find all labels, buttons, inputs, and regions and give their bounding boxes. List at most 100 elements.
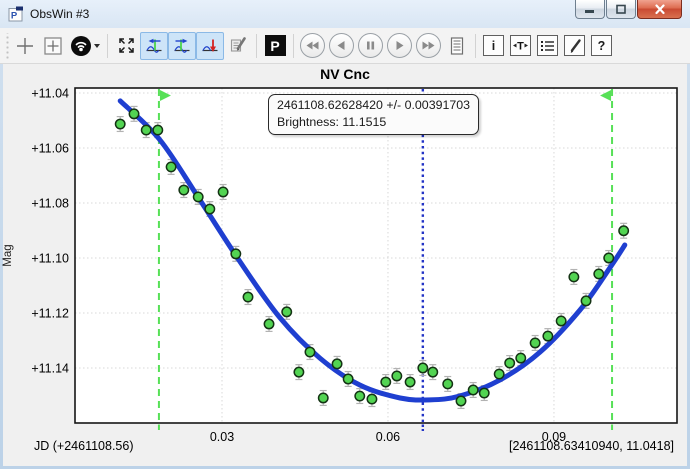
data-point[interactable] [594, 269, 603, 278]
data-point[interactable] [194, 192, 203, 201]
caret-down-icon [94, 44, 100, 48]
zoom-box-button[interactable] [39, 32, 67, 60]
data-point[interactable] [619, 226, 628, 235]
crosshair-button[interactable] [11, 32, 39, 60]
data-point[interactable] [604, 253, 613, 262]
pause-button[interactable] [358, 33, 383, 58]
data-point[interactable] [319, 393, 328, 402]
tooltip-time-value: 2461108.62628420 +/- 0.00391703 [277, 97, 470, 114]
data-point[interactable] [142, 125, 151, 134]
close-icon [654, 4, 666, 15]
data-point[interactable] [355, 391, 364, 400]
plus-box-icon [43, 36, 63, 56]
data-point[interactable] [116, 119, 125, 128]
notepad-icon [448, 36, 466, 56]
y-tick-label: +11.12 [31, 306, 69, 320]
data-point[interactable] [205, 204, 214, 213]
minimize-button[interactable] [575, 0, 605, 19]
minimum-marker-icon [201, 37, 219, 55]
data-point[interactable] [179, 185, 188, 194]
info-button[interactable]: i [483, 35, 504, 56]
fast-forward-button[interactable] [416, 33, 441, 58]
data-point[interactable] [543, 331, 552, 340]
data-point[interactable] [530, 338, 539, 347]
window-controls [575, 0, 682, 19]
x-tick-label: 0.06 [376, 430, 400, 444]
broadcast-icon [70, 35, 100, 57]
y-tick-label: +11.04 [31, 86, 69, 100]
insert-text-icon: T [512, 38, 529, 53]
data-point[interactable] [264, 319, 273, 328]
toolbar-separator [293, 34, 294, 58]
svg-text:P: P [11, 11, 18, 22]
chart-title: NV Cnc [0, 66, 690, 82]
fit-view-button[interactable] [112, 32, 140, 60]
set-right-marker-button[interactable] [168, 32, 196, 60]
data-point[interactable] [428, 367, 437, 376]
data-point[interactable] [456, 396, 465, 405]
data-point[interactable] [343, 374, 352, 383]
data-point[interactable] [569, 272, 578, 281]
data-point[interactable] [218, 187, 227, 196]
data-point[interactable] [305, 347, 314, 356]
tooltip-brightness-value: Brightness: 11.1515 [277, 114, 470, 131]
maximize-button[interactable] [606, 0, 636, 19]
data-point[interactable] [556, 316, 565, 325]
list-button[interactable] [537, 35, 558, 56]
obswin-app-icon: P [8, 6, 24, 22]
data-point[interactable] [581, 296, 590, 305]
data-point[interactable] [505, 358, 514, 367]
data-point[interactable] [166, 162, 175, 171]
play-button[interactable] [387, 33, 412, 58]
toolbar-grip[interactable] [4, 33, 9, 59]
insert-text-button[interactable]: T [510, 35, 531, 56]
edit-button[interactable] [564, 35, 585, 56]
data-point[interactable] [480, 388, 489, 397]
help-button[interactable]: ? [591, 35, 612, 56]
plot-background[interactable] [75, 88, 677, 423]
minimize-icon [584, 5, 596, 14]
right-marker-icon [173, 37, 191, 55]
play-icon [393, 39, 406, 52]
data-point[interactable] [129, 109, 138, 118]
toolbar-separator [475, 34, 476, 58]
data-point[interactable] [231, 249, 240, 258]
data-point[interactable] [243, 292, 252, 301]
close-button[interactable] [637, 0, 682, 19]
set-left-marker-button[interactable] [140, 32, 168, 60]
cursor-readout: [2461108.63410940, 11.0418] [509, 439, 674, 453]
play-backward-icon [335, 39, 348, 52]
data-point[interactable] [494, 369, 503, 378]
data-point[interactable] [153, 125, 162, 134]
data-point[interactable] [443, 379, 452, 388]
find-minimum-button[interactable] [196, 32, 224, 60]
left-marker-icon [145, 37, 163, 55]
data-point[interactable] [294, 367, 303, 376]
minimum-tooltip: 2461108.62628420 +/- 0.00391703 Brightne… [268, 94, 479, 135]
expand-icon [117, 36, 136, 55]
plus-icon [15, 36, 35, 56]
observations-log-button[interactable] [443, 32, 471, 60]
data-point[interactable] [282, 307, 291, 316]
y-tick-label: +11.06 [31, 141, 69, 155]
obswin-window: P ObsWin #3 [0, 0, 690, 469]
data-point[interactable] [367, 394, 376, 403]
data-point[interactable] [516, 353, 525, 362]
data-point[interactable] [418, 363, 427, 372]
broadcast-button[interactable] [67, 32, 103, 60]
period-button[interactable]: P [261, 32, 289, 60]
y-tick-label: +11.14 [31, 361, 69, 375]
data-point[interactable] [468, 385, 477, 394]
titlebar[interactable]: P ObsWin #3 [0, 0, 690, 28]
fast-backward-button[interactable] [300, 33, 325, 58]
data-point[interactable] [381, 377, 390, 386]
list-icon [540, 39, 555, 53]
data-point[interactable] [392, 371, 401, 380]
data-point[interactable] [332, 359, 341, 368]
data-point[interactable] [405, 377, 414, 386]
restore-icon [615, 4, 627, 15]
play-backward-button[interactable] [329, 33, 354, 58]
period-icon: P [265, 35, 286, 56]
toolbar-separator [107, 34, 108, 58]
edit-markers-button[interactable] [224, 32, 252, 60]
